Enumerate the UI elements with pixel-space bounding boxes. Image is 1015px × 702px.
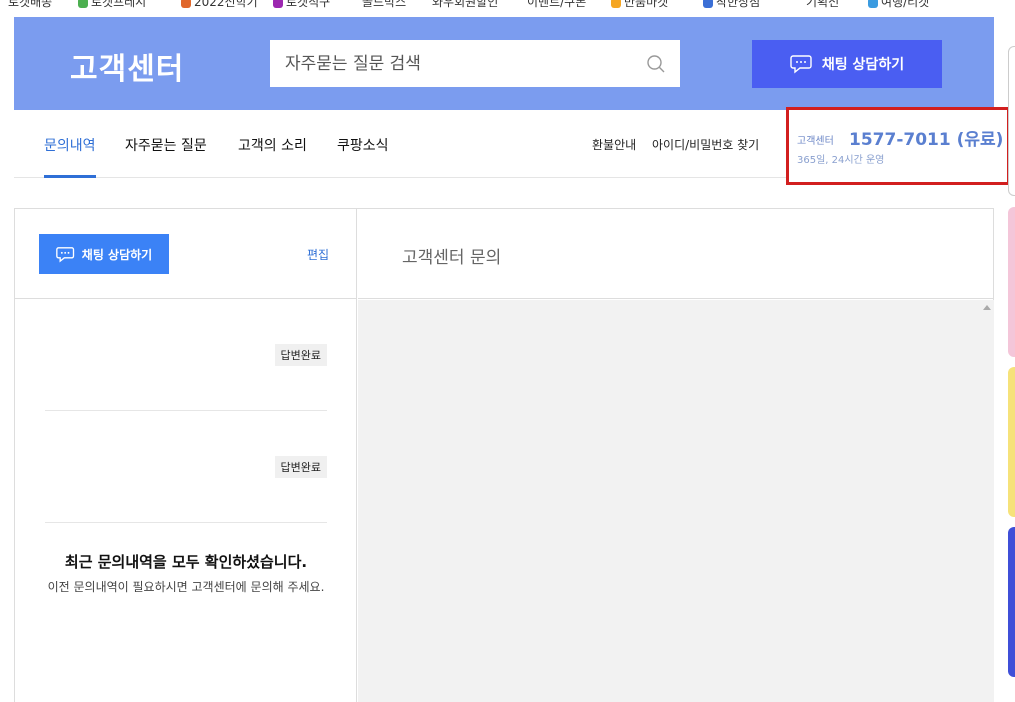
biz-icon (181, 0, 191, 8)
category-link[interactable]: 반품마켓 (611, 0, 668, 10)
list-end-description: 이전 문의내역이 필요하시면 고객센터에 문의해 주세요. (47, 580, 325, 594)
active-tab-indicator (44, 175, 96, 178)
scrollbar[interactable] (978, 300, 994, 702)
side-banner[interactable] (1008, 527, 1015, 677)
category-link[interactable]: 와우회원할인 (432, 0, 498, 10)
category-link[interactable]: 로켓배송 (8, 0, 52, 10)
travel-icon (868, 0, 878, 8)
page-title[interactable]: 고객센터 (70, 44, 184, 88)
chat-bubble-icon (790, 55, 812, 74)
faq-search (270, 40, 680, 87)
chat-consult-label: 채팅 상담하기 (821, 57, 905, 73)
category-link[interactable]: 골드박스 (362, 0, 406, 10)
find-id-password-link[interactable]: 아이디/비밀번호 찾기 (652, 136, 759, 153)
tab-news[interactable]: 쿠팡소식 (337, 135, 389, 155)
chat-bubble-icon (55, 246, 74, 263)
search-input[interactable] (270, 40, 640, 87)
cs-nav: 문의내역 자주묻는 질문 고객의 소리 쿠팡소식 환불안내 아이디/비밀번호 찾… (14, 107, 1010, 185)
category-link[interactable]: 여행/티켓 (868, 0, 929, 10)
status-badge: 답변완료 (274, 456, 327, 478)
inquiry-list-panel: 채팅 상담하기 편집 답변완료 답변완료 최근 문의내역을 모두 확인하셨습니다… (15, 209, 357, 702)
side-banner[interactable] (1008, 207, 1015, 357)
inquiry-item[interactable]: 답변완료 (45, 411, 327, 523)
cs-hours: 365일, 24시간 운영 (797, 155, 885, 166)
list-end-title: 최근 문의내역을 모두 확인하셨습니다. (64, 553, 308, 571)
category-link[interactable]: 기획전 (806, 0, 839, 10)
side-banner[interactable] (1008, 367, 1015, 517)
edit-button[interactable]: 편집 (307, 246, 329, 263)
tab-inquiries[interactable]: 문의내역 (44, 135, 96, 155)
category-link[interactable]: 착한상점 (703, 0, 760, 10)
shop-icon (703, 0, 713, 8)
chat-consult-label: 채팅 상담하기 (81, 247, 153, 262)
market-icon (611, 0, 621, 8)
category-link[interactable]: 이벤트/쿠폰 (527, 0, 586, 10)
chat-consult-button[interactable]: 채팅 상담하기 (752, 40, 942, 88)
category-link[interactable]: 2022신학기 (181, 0, 258, 10)
tab-voice[interactable]: 고객의 소리 (238, 135, 307, 155)
cs-phone-box: 고객센터 1577-7011 (유료) 365일, 24시간 운영 (786, 107, 1010, 185)
inquiry-detail-body (358, 300, 994, 702)
inquiry-panel: 채팅 상담하기 편집 답변완료 답변완료 최근 문의내역을 모두 확인하셨습니다… (14, 208, 994, 702)
category-link[interactable]: 로켓직구 (273, 0, 330, 10)
scroll-up-arrow-icon[interactable] (983, 305, 991, 310)
category-bar: 로켓배송 로켓프레시 2022신학기 로켓직구 골드박스 와우회원할인 이벤트/… (0, 0, 1015, 16)
side-banner[interactable] (1008, 46, 1015, 196)
inquiry-detail-title: 고객센터 문의 (402, 248, 502, 268)
inquiry-list-header: 채팅 상담하기 편집 (15, 209, 357, 299)
leaf-icon (78, 0, 88, 8)
inquiry-detail-header: 고객센터 문의 (358, 209, 994, 299)
balloon-icon (273, 0, 283, 8)
chat-consult-button-secondary[interactable]: 채팅 상담하기 (39, 234, 169, 274)
inquiry-item[interactable]: 답변완료 (45, 299, 327, 411)
status-badge: 답변완료 (274, 344, 327, 366)
cs-label: 고객센터 (797, 136, 834, 147)
cs-header: 고객센터 채팅 상담하기 (14, 17, 994, 110)
category-link[interactable]: 로켓프레시 (78, 0, 146, 10)
cs-phone-number: 1577-7011 (유료) (849, 130, 1004, 150)
search-icon[interactable] (646, 54, 666, 74)
tab-faq[interactable]: 자주묻는 질문 (125, 135, 207, 155)
refund-guide-link[interactable]: 환불안내 (592, 136, 636, 153)
